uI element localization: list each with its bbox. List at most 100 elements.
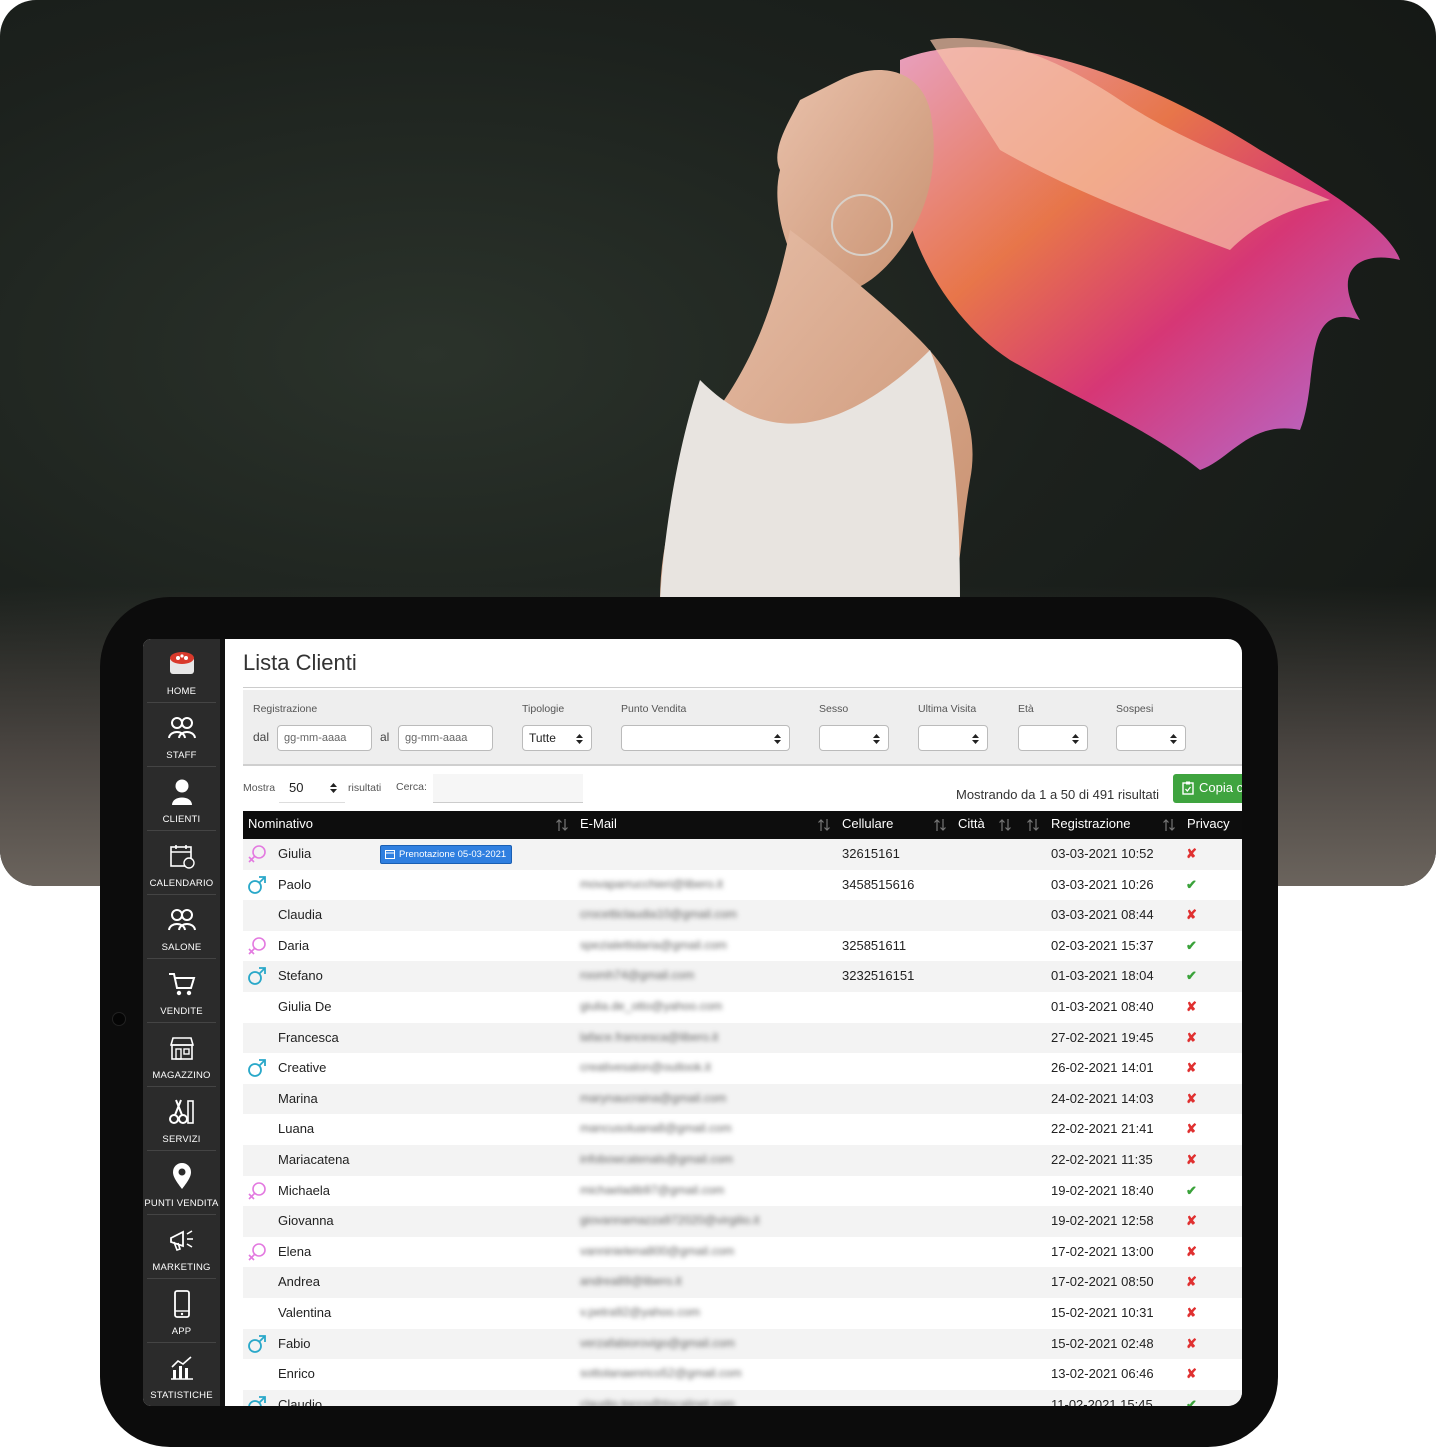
female-icon — [247, 1181, 267, 1201]
sidebar-item-clienti[interactable]: CLIENTI — [147, 767, 216, 831]
tipologie-select[interactable]: Tutte — [522, 725, 592, 751]
sidebar-item-label: CALENDARIO — [149, 878, 214, 889]
table-row[interactable]: Giovanna giovannamazza972020@virgilio.it 1… — [243, 1206, 1242, 1237]
table-row[interactable]: Creative creativesalon@outlook.it 26-02-20… — [243, 1053, 1242, 1084]
cell-nominativo[interactable]: Paolo — [278, 877, 311, 892]
sidebar-item-vendite[interactable]: VENDITE — [147, 959, 216, 1023]
cell-nominativo[interactable]: Francesca — [278, 1030, 339, 1045]
eta-label: Età — [1018, 703, 1034, 715]
clients-table: Nominativo E-Mail Cellulare Città Regist… — [243, 811, 1242, 1406]
filters-panel: Registrazione dal gg-mm-aaaa al gg-mm-aa… — [243, 690, 1242, 766]
calendar-icon — [385, 850, 395, 859]
cell-nominativo[interactable]: Mariacatena — [278, 1152, 350, 1167]
table-row[interactable]: Paolo movaparrucchieri@libero.it 345851561… — [243, 870, 1242, 901]
store-icon — [167, 1033, 197, 1063]
col-nominativo[interactable]: Nominativo — [248, 816, 313, 831]
registrazione-label: Registrazione — [253, 703, 318, 715]
table-row[interactable]: Michaela michaeladib97@gmail.com 19-02-202… — [243, 1176, 1242, 1207]
sidebar-item-salone[interactable]: SALONE — [147, 895, 216, 959]
date-from-input[interactable]: gg-mm-aaaa — [277, 725, 372, 751]
col-citta[interactable]: Città — [958, 816, 985, 831]
cell-nominativo[interactable]: Elena — [278, 1244, 311, 1259]
cell-nominativo[interactable]: Valentina — [278, 1305, 331, 1320]
sort-icon[interactable] — [999, 818, 1011, 832]
sort-icon[interactable] — [818, 818, 830, 832]
eta-select[interactable] — [1018, 725, 1088, 751]
punto-vendita-select[interactable] — [621, 725, 790, 751]
privacy-cross-icon: ✘ — [1186, 1274, 1197, 1290]
cell-nominativo[interactable]: Creative — [278, 1060, 326, 1075]
search-input[interactable] — [433, 774, 583, 803]
table-row[interactable]: Andrea andrea89@libero.it 17-02-2021 08:50… — [243, 1267, 1242, 1298]
male-icon — [247, 1058, 267, 1078]
sospesi-select[interactable] — [1116, 725, 1186, 751]
privacy-check-icon: ✔ — [1186, 1182, 1197, 1198]
cell-registrazione: 03-03-2021 08:44 — [1051, 907, 1154, 923]
table-row[interactable]: Francesca laface.francesca@libero.it 27-02… — [243, 1022, 1242, 1054]
cell-nominativo[interactable]: Claudia — [278, 907, 322, 922]
table-row[interactable]: Fabio verzafabiorovigo@gmail.com 15-02-202… — [243, 1328, 1242, 1360]
sort-icon[interactable] — [556, 818, 568, 832]
col-privacy[interactable]: Privacy — [1187, 816, 1230, 831]
cell-email: marynaucraina@gmail.com — [580, 1090, 727, 1105]
table-row[interactable]: Claudia crocetticlaudia10@gmail.com 03-03-… — [243, 900, 1242, 931]
cell-nominativo[interactable]: Giulia — [278, 846, 311, 861]
table-row[interactable]: Mariacatena infobowcatenals@gmail.com 22-0… — [243, 1144, 1242, 1176]
cell-nominativo[interactable]: Claudio — [278, 1397, 322, 1406]
prenotazione-badge[interactable]: Prenotazione 05-03-2021 — [380, 845, 513, 864]
sort-icon[interactable] — [934, 818, 946, 832]
ultima-visita-select[interactable] — [918, 725, 988, 751]
male-icon — [247, 966, 267, 986]
sidebar-item-staff[interactable]: STAFF — [147, 703, 216, 767]
table-row[interactable]: Elena vanninielena800@gmail.com 17-02-2021… — [243, 1237, 1242, 1268]
privacy-check-icon: ✔ — [1186, 876, 1197, 892]
sidebar-item-home[interactable]: HOME — [147, 639, 216, 703]
cell-nominativo[interactable]: Luana — [278, 1121, 314, 1136]
sort-icon[interactable] — [1027, 818, 1039, 832]
cell-nominativo[interactable]: Fabio — [278, 1336, 311, 1351]
copy-button[interactable]: Copia c — [1173, 774, 1242, 803]
sidebar-item-magazzino[interactable]: MAGAZZINO — [147, 1023, 216, 1087]
sidebar-item-punti-vendita[interactable]: PUNTI VENDITA — [144, 1151, 218, 1215]
cell-nominativo[interactable]: Daria — [278, 938, 309, 953]
table-row[interactable]: Daria spezialettidaria@gmail.com 325851611… — [243, 931, 1242, 962]
sidebar-item-calendario[interactable]: CALENDARIO — [147, 831, 216, 895]
sidebar-item-marketing[interactable]: MARKETING — [147, 1215, 216, 1279]
sidebar-item-servizi[interactable]: SERVIZI — [147, 1087, 216, 1151]
cell-nominativo[interactable]: Giovanna — [278, 1213, 334, 1228]
cell-nominativo[interactable]: Enrico — [278, 1366, 315, 1381]
table-row[interactable]: Marina marynaucraina@gmail.com 24-02-2021 … — [243, 1083, 1242, 1115]
sidebar-item-statistiche[interactable]: STATISTICHE — [147, 1343, 216, 1406]
table-row[interactable]: Valentina v.petra92@yahoo.com 15-02-2021 1… — [243, 1298, 1242, 1329]
table-row[interactable]: Stefano roomh74@gmail.com 3232516151 01-03-… — [243, 961, 1242, 992]
col-registrazione[interactable]: Registrazione — [1051, 816, 1131, 831]
table-row[interactable]: Claudio claudio.tocco@tiscalinet.com 11-02… — [243, 1389, 1242, 1406]
cell-nominativo[interactable]: Marina — [278, 1091, 318, 1106]
col-cellulare[interactable]: Cellulare — [842, 816, 893, 831]
sidebar-item-app[interactable]: APP — [147, 1279, 216, 1343]
col-email[interactable]: E-Mail — [580, 816, 617, 831]
dal-label: dal — [253, 730, 270, 744]
cell-nominativo[interactable]: Stefano — [278, 968, 323, 983]
table-row[interactable]: Enrico sottolanaenrico52@gmail.com 13-02-2… — [243, 1359, 1242, 1390]
cell-nominativo[interactable]: Michaela — [278, 1183, 330, 1198]
privacy-check-icon: ✔ — [1186, 968, 1197, 984]
cell-nominativo[interactable]: Giulia De — [278, 999, 331, 1014]
table-row[interactable]: Giulia Prenotazione 05-03-2021 32615161 03-… — [243, 839, 1242, 870]
date-to-input[interactable]: gg-mm-aaaa — [398, 725, 493, 751]
cell-nominativo[interactable]: Andrea — [278, 1274, 320, 1289]
cell-cellulare: 3458515616 — [842, 876, 915, 892]
page-length-value: 50 — [289, 780, 304, 795]
sidebar-item-label: HOME — [166, 686, 197, 697]
table-row[interactable]: Giulia De giulia.de_otto@yahoo.com 01-03-2… — [243, 992, 1242, 1023]
sidebar: HOME STAFF CLIENTI CALENDARIO SALONE VEN… — [143, 639, 225, 1406]
cell-registrazione: 15-02-2021 10:31 — [1051, 1304, 1154, 1320]
sesso-select[interactable] — [819, 725, 889, 751]
sort-icon[interactable] — [1163, 818, 1175, 832]
title-divider — [243, 687, 1242, 688]
copy-button-label: Copia c — [1199, 780, 1242, 795]
select-arrows-icon — [972, 734, 979, 744]
table-row[interactable]: Luana mancusoluana8@gmail.com 22-02-2021 2… — [243, 1114, 1242, 1145]
page-length-select[interactable]: 50 — [279, 773, 345, 803]
privacy-check-icon: ✔ — [1186, 937, 1197, 953]
